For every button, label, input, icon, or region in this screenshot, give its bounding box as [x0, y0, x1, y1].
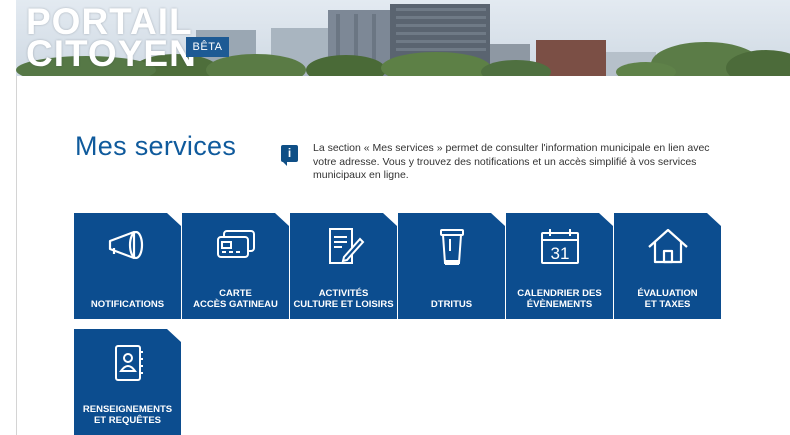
portal-logo[interactable]: PORTAIL CITOYEN [26, 3, 197, 74]
document-pencil-icon [328, 228, 364, 264]
contact-book-icon [114, 345, 143, 381]
tile-label: ACTIVITÉS CULTURE ET LOISIRS [293, 288, 394, 310]
tile-label: RENSEIGNEMENTS ET REQUÊTES [82, 404, 173, 426]
service-tile-assessment-taxes[interactable]: ÉVALUATION ET TAXES [614, 213, 721, 319]
tile-label: NOTIFICATIONS [90, 299, 165, 310]
calendar-day-number: 31 [550, 244, 569, 263]
service-tile-notifications[interactable]: NOTIFICATIONS [74, 213, 181, 319]
card-icon [216, 230, 255, 258]
beta-badge: BÊTA [186, 37, 229, 57]
logo-line-2: CITOYEN [26, 33, 197, 74]
tile-label: ÉVALUATION ET TAXES [637, 288, 698, 310]
page-left-border [16, 76, 17, 435]
service-tile-waste[interactable]: DTRITUS [398, 213, 505, 319]
service-tile-activities[interactable]: ACTIVITÉS CULTURE ET LOISIRS [290, 213, 397, 319]
service-tile-information-requests[interactable]: RENSEIGNEMENTS ET REQUÊTES [74, 329, 181, 435]
info-icon: i [281, 145, 298, 166]
house-icon [647, 228, 688, 264]
service-tile-access-card[interactable]: CARTE ACCÈS GATINEAU [182, 213, 289, 319]
megaphone-icon [108, 230, 143, 260]
info-description: La section « Mes services » permet de co… [313, 142, 710, 181]
header-banner: PORTAIL CITOYEN BÊTA [16, 0, 790, 76]
tile-label: CALENDRIER DES ÉVÈNEMENTS [517, 288, 602, 310]
tile-label: CARTE ACCÈS GATINEAU [193, 288, 278, 310]
trash-bin-icon [439, 229, 464, 265]
page-title: Mes services [75, 131, 237, 161]
service-tile-calendar[interactable]: 31 CALENDRIER DES ÉVÈNEMENTS [506, 213, 613, 319]
calendar-icon: 31 [540, 229, 579, 264]
tile-label: DTRITUS [430, 299, 473, 310]
